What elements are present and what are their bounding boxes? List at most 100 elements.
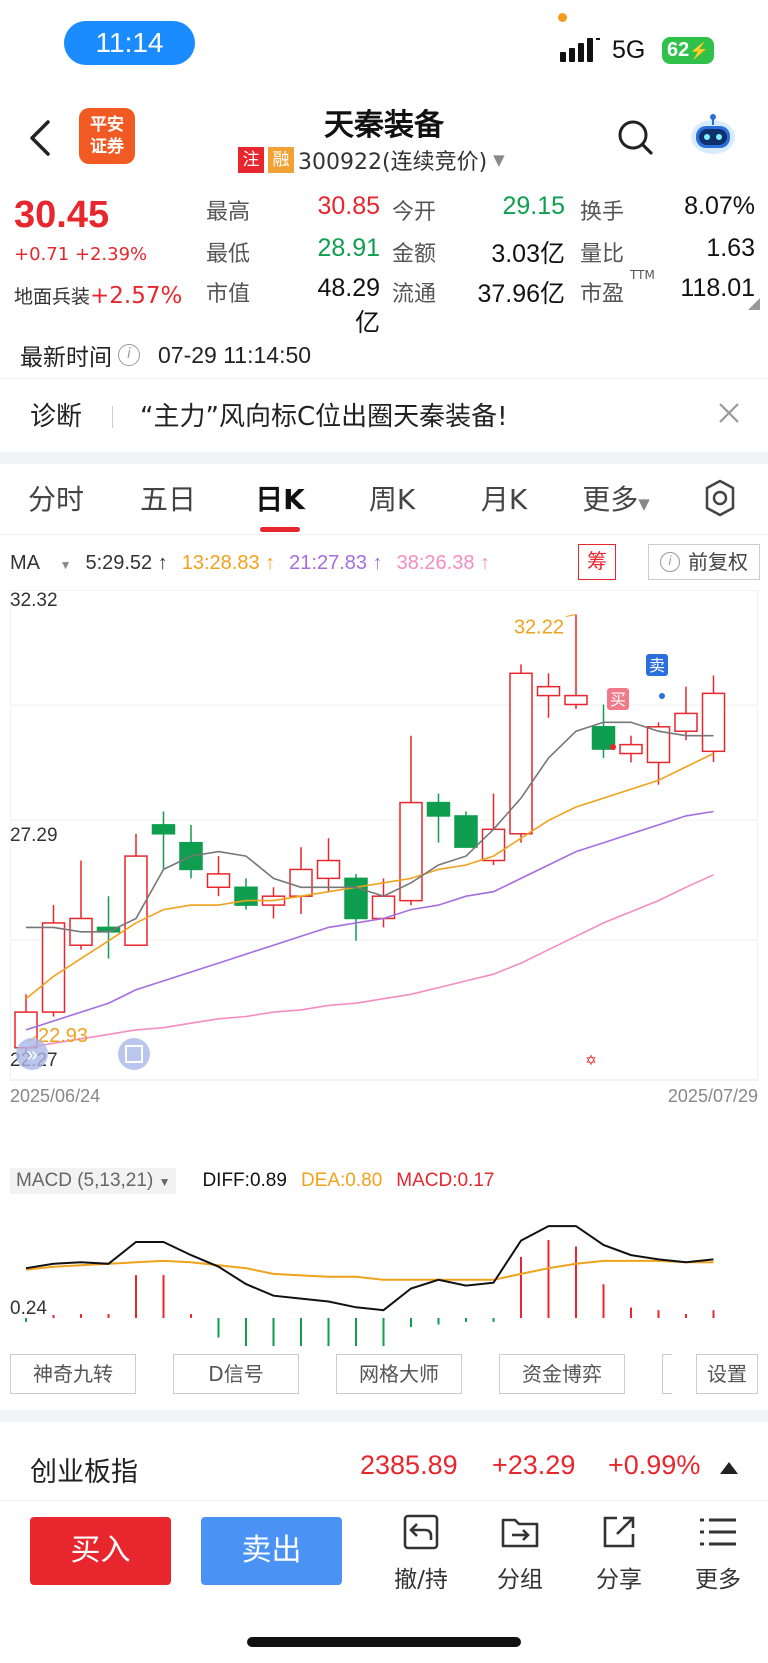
high-annotation: 32.22 — [514, 616, 564, 638]
assistant-robot-icon[interactable] — [688, 112, 738, 158]
share-button[interactable]: 分享 — [579, 1510, 659, 1594]
margin-badge-rong: 融 — [268, 147, 294, 173]
macd-histogram-bar — [245, 1318, 247, 1346]
macd-histogram-bar — [712, 1310, 715, 1318]
macd-histogram-bar — [437, 1318, 440, 1325]
caret-down-icon: ▼ — [59, 557, 72, 572]
withdraw-button[interactable]: 撤/持 — [381, 1510, 461, 1594]
macd-histogram-bar — [520, 1256, 522, 1318]
tab-intraday[interactable]: 分时 — [0, 476, 112, 534]
tab-weekly-k[interactable]: 周K — [336, 476, 448, 534]
buy-button[interactable]: 买入 — [30, 1517, 171, 1585]
expand-corner-icon[interactable] — [748, 298, 760, 310]
index-pct: +0.99% — [608, 1450, 701, 1480]
low-annotation: 22.93 — [38, 1025, 88, 1047]
sector-line[interactable]: 地面兵装+2.57% — [14, 282, 182, 309]
sell-button[interactable]: 卖出 — [201, 1517, 342, 1585]
candle-body — [701, 692, 726, 753]
macd-histogram-bar — [327, 1318, 330, 1346]
gear-icon[interactable] — [700, 478, 740, 518]
battery-icon: 62⚡ — [662, 37, 714, 64]
candle-body — [509, 672, 533, 835]
candle-body — [564, 694, 588, 706]
indicator-fund-game-button[interactable]: 资金博弈 — [499, 1354, 625, 1394]
more-label: 更多 — [695, 1567, 741, 1593]
event-marker-icon: ✡ — [585, 1052, 597, 1068]
more-button[interactable]: 更多 — [678, 1510, 758, 1594]
tab-divider — [0, 534, 768, 535]
chip-distribution-button[interactable]: 筹 — [578, 544, 616, 580]
macd-histogram-bar — [465, 1318, 467, 1322]
candle-body — [674, 712, 698, 732]
ma13-value: 13:28.83 ↑ — [181, 551, 276, 574]
sector-change: +2.57% — [90, 283, 183, 309]
candle-body — [151, 824, 176, 835]
ma38-value: 38:26.38 ↑ — [396, 551, 491, 574]
macd-histogram-bar — [355, 1318, 357, 1346]
macd-axis-label: 0.24 — [10, 1298, 47, 1319]
quote-label: 流通 — [392, 282, 437, 307]
dropdown-caret-icon: ▼ — [493, 151, 505, 169]
section-divider — [0, 452, 768, 464]
expand-up-icon[interactable] — [720, 1462, 738, 1474]
share-label: 分享 — [596, 1567, 642, 1593]
group-button[interactable]: 分组 — [480, 1510, 560, 1594]
candle-body — [344, 877, 368, 920]
high-annotation-leader — [565, 613, 577, 617]
index-change: +23.29 — [492, 1450, 576, 1480]
tab-monthly-k[interactable]: 月K — [448, 476, 560, 534]
macd-dea: DEA:0.80 — [300, 1170, 383, 1191]
indicator-grid-master-button[interactable]: 网格大师 — [336, 1354, 462, 1394]
indicator-nine-turn-button[interactable]: 神奇九转 — [10, 1354, 136, 1394]
x-start-label: 2025/06/24 — [10, 1086, 100, 1106]
search-icon[interactable] — [616, 118, 654, 156]
tab-more[interactable]: 更多▼ — [560, 476, 672, 534]
y-tick-label: 32.32 — [10, 590, 58, 611]
x-end-label: 2025/07/29 — [668, 1086, 758, 1106]
close-icon[interactable] — [714, 398, 744, 428]
withdraw-label: 撤/持 — [394, 1567, 448, 1593]
pe-ttm-sup: TTM — [630, 268, 655, 282]
ma-label: MA — [10, 551, 40, 574]
macd-histogram-bar — [602, 1284, 605, 1318]
macd-histogram-bar — [382, 1318, 385, 1346]
macd-histogram-bar — [135, 1275, 137, 1318]
macd-chart[interactable]: 0.24 — [10, 1196, 758, 1346]
signal-icon — [560, 38, 600, 62]
candle-body — [454, 815, 478, 848]
candle-body — [426, 801, 451, 817]
candlestick-chart[interactable]: 32.3227.2922.272025/06/242025/07/2932.22… — [10, 590, 758, 1136]
adjust-price-button[interactable]: i 前复权 — [648, 544, 760, 580]
macd-histogram-bar — [575, 1246, 577, 1318]
quote-label: 市值 — [206, 282, 251, 307]
privacy-dot — [558, 13, 567, 22]
tab-five-day[interactable]: 五日 — [112, 476, 224, 534]
quote-label: 换手 — [580, 200, 625, 225]
stock-code-line[interactable]: 注 融 300922(连续竞价) ▼ — [238, 146, 505, 175]
ma5-value: 5:29.52 ↑ — [85, 551, 168, 574]
double-arrow-icon: » — [26, 1044, 37, 1066]
tab-daily-k[interactable]: 日K — [224, 476, 336, 534]
sell-dot — [659, 693, 665, 699]
current-price: 30.45 — [14, 194, 110, 236]
macd-selector[interactable]: MACD (5,13,21) ▼ — [10, 1168, 177, 1194]
quote-value: 8.07% — [684, 192, 755, 220]
macd-histogram-bar — [107, 1314, 110, 1318]
indicator-settings-button[interactable]: 设置 — [696, 1354, 758, 1394]
quote-value: 1.63 — [706, 234, 755, 262]
buy-dot — [610, 744, 616, 750]
margin-badge-zhu: 注 — [238, 147, 264, 173]
indicator-d-signal-button[interactable]: D信号 — [173, 1354, 299, 1394]
info-icon[interactable]: i — [118, 344, 140, 366]
ma-selector[interactable]: MA ▼ — [10, 552, 71, 575]
candle-body — [289, 868, 313, 897]
candle-body — [536, 685, 561, 697]
index-name[interactable]: 创业板指 — [30, 1450, 138, 1489]
candle-body — [124, 855, 148, 946]
diagnosis-label: 诊断 — [30, 402, 83, 432]
quote-label: 最低 — [206, 242, 251, 267]
caret-down-icon: ▼ — [158, 1175, 171, 1189]
indicator-overflow-button[interactable] — [662, 1354, 672, 1394]
diagnosis-headline[interactable]: “主力”风向标C位出圈天秦装备! — [140, 396, 508, 433]
home-indicator[interactable] — [247, 1637, 521, 1647]
